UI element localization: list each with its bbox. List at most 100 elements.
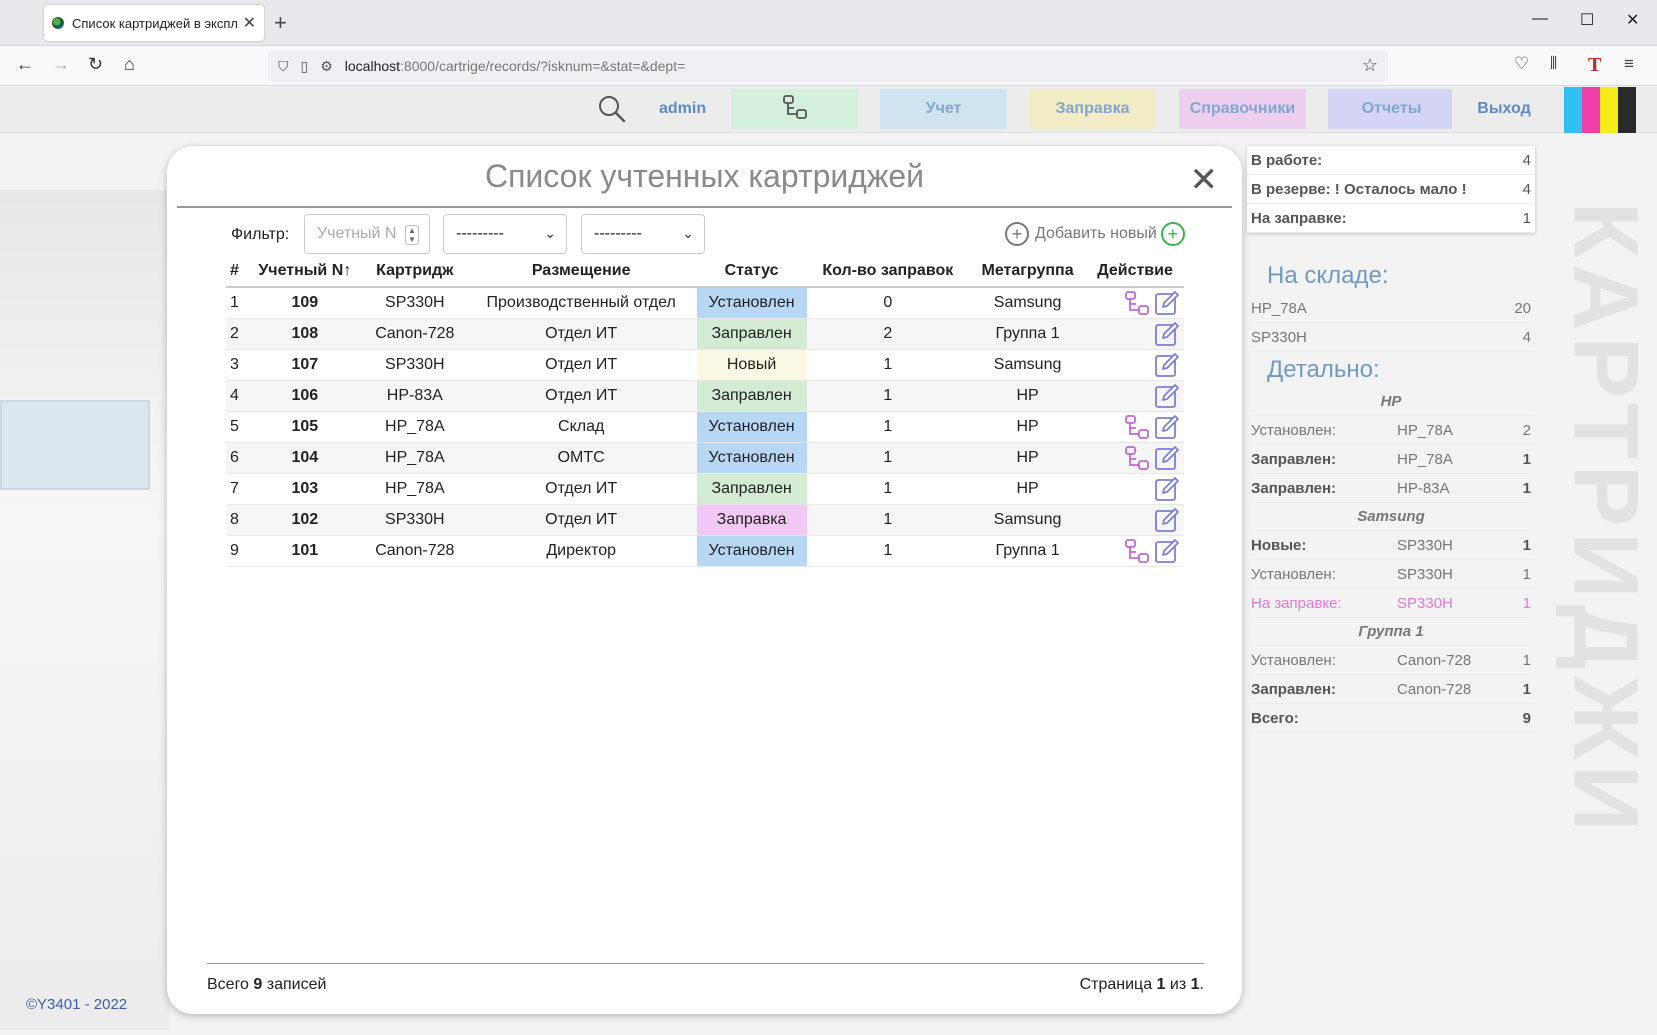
detail-group-title: Группа 1 — [1247, 618, 1535, 646]
edit-icon[interactable] — [1154, 414, 1180, 440]
detail-count: 2 — [1522, 421, 1531, 439]
table-row[interactable]: 6 104 HP_78A ОМТС Установлен 1 HP — [226, 442, 1184, 474]
detail-status: Заправлен: — [1251, 680, 1337, 698]
cartridge-model: SP330H — [363, 287, 466, 319]
inventory-number: 107 — [245, 349, 364, 381]
spinner-icon[interactable]: ▲ ▼ — [405, 225, 419, 245]
transfer-icon[interactable] — [1124, 445, 1150, 471]
column-header[interactable]: Учетный N↑ — [245, 256, 364, 288]
column-header: Действие — [1086, 256, 1184, 288]
edit-icon[interactable] — [1154, 352, 1180, 378]
placement: Отдел ИТ — [465, 473, 697, 505]
row-index: 5 — [226, 411, 246, 443]
dept-filter-select[interactable]: --------- ⌄ — [581, 214, 705, 254]
status-summary: В работе: 4 В резерве: ! Осталось мало ! 4 Н… — [1247, 146, 1535, 233]
edit-icon[interactable] — [1154, 290, 1180, 316]
stock-count: 4 — [1522, 328, 1531, 346]
table-row[interactable]: 3 107 SP330H Отдел ИТ Новый 1 Samsung — [226, 349, 1184, 381]
bookmark-star-icon[interactable]: ☆ — [1362, 55, 1378, 76]
detail-cartridge: SP330H — [1397, 565, 1453, 583]
home-icon[interactable]: ⌂ — [124, 54, 135, 75]
cartridge-model: HP-83A — [363, 380, 466, 412]
forward-icon[interactable]: → — [52, 54, 70, 75]
table-row[interactable]: 9 101 Canon-728 Директор Установлен 1 Группа 1 — [226, 535, 1184, 567]
browser-tab[interactable]: Список картриджей в эксплуатации ✕ — [44, 5, 264, 41]
cartridge-model: Canon-728 — [363, 535, 466, 567]
stock-title: На складе: — [1267, 262, 1389, 289]
number-filter-input[interactable]: Учетный N ▲ ▼ — [304, 214, 430, 254]
permissions-icon[interactable]: ⚙ — [320, 58, 333, 75]
pocket-icon[interactable]: ♡ — [1514, 54, 1529, 74]
nav-button-1[interactable]: Учет — [880, 89, 1007, 129]
inventory-number: 109 — [245, 287, 364, 319]
transfer-icon[interactable] — [1124, 538, 1150, 564]
table-row[interactable]: 8 102 SP330H Отдел ИТ Заправка 1 Samsung — [226, 504, 1184, 536]
site-favicon-icon — [52, 17, 64, 29]
edit-icon[interactable] — [1154, 445, 1180, 471]
column-header: Кол-во заправок — [806, 256, 970, 288]
url-host: localhost — [344, 58, 401, 74]
current-user[interactable]: admin — [659, 100, 706, 118]
row-index: 3 — [226, 349, 246, 381]
maximize-icon[interactable]: ☐ — [1580, 10, 1594, 30]
reload-icon[interactable]: ↻ — [88, 54, 103, 75]
row-actions — [1086, 318, 1184, 350]
browser-tabbar: Список картриджей в эксплуатации ✕ + — ☐… — [0, 0, 1657, 46]
divider — [177, 206, 1232, 208]
nav-button-2[interactable]: Заправка — [1029, 89, 1156, 129]
library-icon[interactable]: ⫴ — [1550, 54, 1557, 74]
stat-label: На заправке: — [1251, 209, 1347, 227]
table-row[interactable]: 7 103 HP_78A Отдел ИТ Заправлен 1 HP — [226, 473, 1184, 505]
cartridge-model: SP330H — [363, 349, 466, 381]
refill-count: 1 — [806, 473, 970, 505]
detail-count: 1 — [1522, 680, 1531, 698]
edit-icon[interactable] — [1154, 476, 1180, 502]
refill-count: 1 — [806, 349, 970, 381]
placement: Отдел ИТ — [465, 504, 697, 536]
stat-row: В работе: 4 — [1247, 146, 1535, 175]
refill-count: 1 — [806, 504, 970, 536]
detail-row: Заправлен: Canon-728 1 — [1247, 675, 1535, 704]
edit-icon[interactable] — [1154, 383, 1180, 409]
refill-count: 0 — [806, 287, 970, 319]
metagroup: HP — [969, 411, 1087, 443]
transfer-icon[interactable] — [1124, 290, 1150, 316]
app-header: admin Учет Заправка Справочники Отчеты Выход — [0, 87, 1657, 133]
edit-icon[interactable] — [1154, 507, 1180, 533]
row-index: 2 — [226, 318, 246, 350]
modal-close-icon[interactable]: ✕ — [1190, 160, 1219, 200]
cartridge-model: Canon-728 — [363, 318, 466, 350]
nav-transfer-button[interactable] — [731, 89, 858, 129]
cmyk-stripes — [1564, 87, 1636, 133]
refill-count: 1 — [806, 535, 970, 567]
table-row[interactable]: 2 108 Canon-728 Отдел ИТ Заправлен 2 Группа 1 — [226, 318, 1184, 350]
add-new-button[interactable]: + Добавить новый + — [1005, 222, 1185, 246]
row-actions — [1086, 442, 1184, 474]
menu-icon[interactable]: ≡ — [1624, 54, 1634, 74]
nav-button-5[interactable]: Выход — [1452, 89, 1556, 129]
extension-t-icon[interactable]: T — [1588, 54, 1601, 77]
stat-value: 4 — [1522, 180, 1531, 198]
plus-circle-green-icon: + — [1160, 222, 1185, 246]
nav-button-4[interactable]: Отчеты — [1328, 89, 1455, 129]
detail-row: Установлен: SP330H 1 — [1247, 560, 1535, 589]
nav-button-3[interactable]: Справочники — [1179, 89, 1306, 129]
url-bar[interactable]: ⛉ ▯ ⚙ localhost:8000/cartrige/records/?i… — [268, 50, 1388, 82]
table-row[interactable]: 4 106 HP-83A Отдел ИТ Заправлен 1 HP — [226, 380, 1184, 412]
back-icon[interactable]: ← — [16, 54, 34, 75]
shield-icon[interactable]: ⛉ — [278, 58, 289, 75]
row-actions — [1086, 473, 1184, 505]
window-close-icon[interactable]: ✕ — [1626, 10, 1639, 30]
row-index: 4 — [226, 380, 246, 412]
edit-icon[interactable] — [1154, 538, 1180, 564]
table-row[interactable]: 1 109 SP330H Производственный отдел Установл… — [226, 287, 1184, 319]
status-filter-select[interactable]: --------- ⌄ — [443, 214, 567, 254]
new-tab-icon[interactable]: + — [274, 10, 287, 36]
edit-icon[interactable] — [1154, 321, 1180, 347]
tab-close-icon[interactable]: ✕ — [243, 13, 256, 33]
table-row[interactable]: 5 105 HP_78A Склад Установлен 1 HP — [226, 411, 1184, 443]
search-icon[interactable] — [598, 95, 626, 123]
transfer-icon[interactable] — [1124, 414, 1150, 440]
minimize-icon[interactable]: — — [1532, 10, 1548, 28]
row-actions — [1086, 349, 1184, 381]
